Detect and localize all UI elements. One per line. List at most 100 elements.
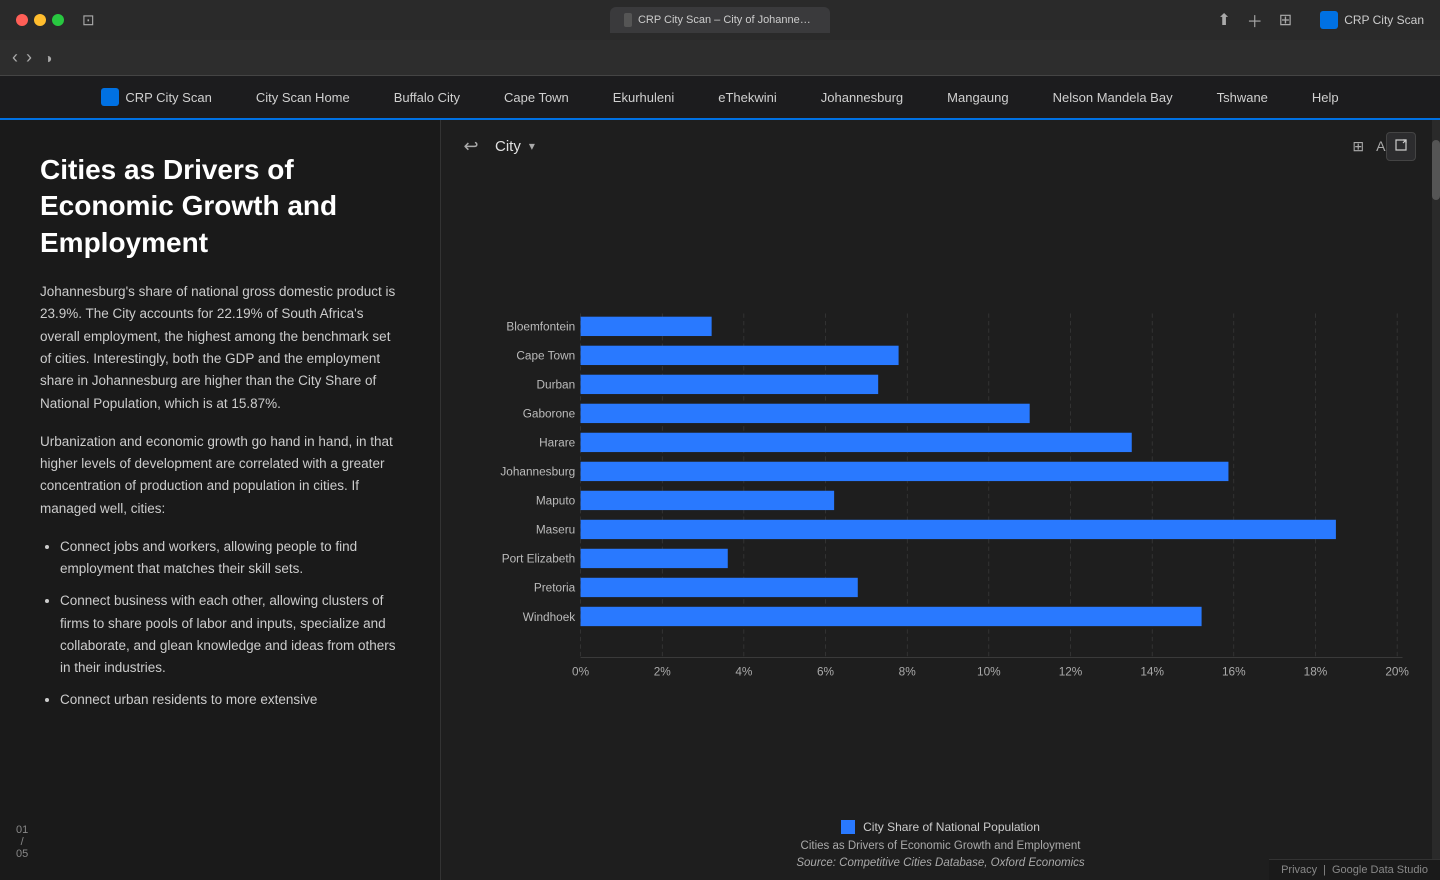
bar-cape-town	[581, 346, 899, 365]
city-dropdown[interactable]: City ▾	[495, 138, 535, 155]
right-panel: ↩ City ▾ ⊞ AZ ⋮	[441, 120, 1440, 880]
bullet-list: Connect jobs and workers, allowing peopl…	[40, 536, 400, 712]
menu-nelson-mandela-bay[interactable]: Nelson Mandela Bay	[1047, 86, 1179, 109]
display-icon[interactable]: ◑	[44, 50, 52, 66]
page-total: 05	[16, 848, 28, 860]
caption-line-1: Cities as Drivers of Economic Growth and…	[457, 838, 1424, 855]
svg-text:Cape Town: Cape Town	[516, 349, 575, 363]
menu-mangaung[interactable]: Mangaung	[941, 86, 1014, 109]
legend-label: City Share of National Population	[863, 820, 1040, 834]
svg-text:18%: 18%	[1304, 665, 1328, 679]
legend-color-swatch	[841, 820, 855, 834]
menu-tshwane[interactable]: Tshwane	[1211, 86, 1274, 109]
svg-text:4%: 4%	[735, 665, 753, 679]
svg-text:Windhoek: Windhoek	[523, 610, 576, 624]
title-bar-right-icons: ⬆ ＋ ⊞ CRP City Scan	[1217, 8, 1424, 32]
svg-text:Durban: Durban	[536, 378, 575, 392]
svg-text:14%: 14%	[1140, 665, 1164, 679]
main-content: Cities as Drivers of Economic Growth and…	[0, 120, 1440, 880]
bar-port-elizabeth	[581, 549, 728, 568]
menu-ethekwini[interactable]: eThekwini	[712, 86, 783, 109]
paragraph-2: Urbanization and economic growth go hand…	[40, 431, 400, 520]
svg-text:2%: 2%	[654, 665, 672, 679]
bar-maseru	[581, 520, 1336, 539]
svg-text:Gaborone: Gaborone	[523, 407, 576, 421]
menu-cape-town[interactable]: Cape Town	[498, 86, 575, 109]
split-view-icon[interactable]: ⊞	[1279, 10, 1292, 30]
bar-gaborone	[581, 404, 1030, 423]
maximize-button[interactable]	[52, 14, 64, 26]
svg-text:10%: 10%	[977, 665, 1001, 679]
chevron-down-icon: ▾	[529, 139, 535, 153]
sidebar-toggle-icon[interactable]: ⊡	[82, 11, 95, 29]
right-scrollbar[interactable]	[1432, 120, 1440, 880]
chart-svg-wrapper: .axis-label { font-size: 11px; fill: #aa…	[457, 168, 1424, 814]
svg-text:6%: 6%	[817, 665, 835, 679]
bullet-item-3: Connect urban residents to more extensiv…	[60, 689, 400, 711]
svg-text:Maputo: Maputo	[536, 494, 576, 508]
chart-toolbar: ↩ City ▾ ⊞ AZ ⋮	[457, 132, 1424, 160]
chart-options-icon[interactable]: ⊞	[1352, 138, 1364, 155]
chart-toolbar-left: ↩ City ▾	[457, 132, 535, 160]
share-icon[interactable]: ⬆	[1217, 10, 1230, 30]
menu-help[interactable]: Help	[1306, 86, 1345, 109]
bar-johannesburg	[581, 462, 1229, 481]
crp-title-label: CRP City Scan	[1344, 13, 1424, 27]
svg-text:16%: 16%	[1222, 665, 1246, 679]
browser-back-icon[interactable]: ‹	[12, 47, 18, 68]
browser-nav-bar: ‹ › ◑	[0, 40, 1440, 76]
page-separator: /	[21, 836, 24, 848]
window-controls: ⊡	[16, 11, 95, 29]
svg-text:Maseru: Maseru	[536, 523, 575, 537]
left-panel: Cities as Drivers of Economic Growth and…	[0, 120, 440, 880]
new-tab-icon[interactable]: ＋	[1247, 8, 1263, 32]
svg-text:20%: 20%	[1385, 665, 1409, 679]
tab-title: CRP City Scan – City of Johannesburg Met…	[638, 14, 816, 26]
browser-tab[interactable]: CRP City Scan – City of Johannesburg Met…	[610, 7, 830, 33]
bullet-item-2: Connect business with each other, allowi…	[60, 590, 400, 679]
paragraph-1: Johannesburg's share of national gross d…	[40, 281, 400, 415]
bar-durban	[581, 375, 879, 394]
svg-text:Bloemfontein: Bloemfontein	[506, 320, 575, 334]
bottom-bar: Privacy | Google Data Studio	[1269, 859, 1440, 880]
tab-favicon	[624, 13, 632, 27]
svg-text:Harare: Harare	[539, 436, 575, 450]
page-indicator: 01 / 05	[16, 824, 28, 860]
bar-maputo	[581, 491, 835, 510]
menu-johannesburg[interactable]: Johannesburg	[815, 86, 909, 109]
menu-crp-label: CRP City Scan	[125, 90, 211, 105]
chart-back-button[interactable]: ↩	[457, 132, 485, 160]
chart-container: .axis-label { font-size: 11px; fill: #aa…	[457, 168, 1424, 872]
svg-text:12%: 12%	[1059, 665, 1083, 679]
bar-chart-svg: .axis-label { font-size: 11px; fill: #aa…	[457, 168, 1424, 814]
city-dropdown-label: City	[495, 138, 521, 155]
menu-ekurhuleni[interactable]: Ekurhuleni	[607, 86, 680, 109]
bar-harare	[581, 433, 1132, 452]
svg-text:0%: 0%	[572, 665, 590, 679]
bullet-item-1: Connect jobs and workers, allowing peopl…	[60, 536, 400, 581]
scrollbar-thumb[interactable]	[1432, 140, 1440, 200]
bar-windhoek	[581, 607, 1202, 626]
close-button[interactable]	[16, 14, 28, 26]
minimize-button[interactable]	[34, 14, 46, 26]
section-heading: Cities as Drivers of Economic Growth and…	[40, 152, 400, 261]
bar-pretoria	[581, 578, 858, 597]
bar-bloemfontein	[581, 317, 712, 336]
svg-text:8%: 8%	[899, 665, 917, 679]
chart-legend: City Share of National Population	[457, 820, 1424, 834]
export-button[interactable]	[1386, 132, 1416, 161]
svg-text:Port Elizabeth: Port Elizabeth	[502, 552, 575, 566]
page-current: 01	[16, 824, 28, 836]
svg-text:Johannesburg: Johannesburg	[500, 465, 575, 479]
powered-by-label: Google Data Studio	[1332, 864, 1428, 876]
menu-city-scan-home[interactable]: City Scan Home	[250, 86, 356, 109]
bottom-bar-separator: |	[1323, 864, 1326, 876]
menu-crp-logo[interactable]: CRP City Scan	[95, 84, 217, 110]
crp-logo-icon	[1320, 11, 1338, 29]
title-bar: ⊡ CRP City Scan – City of Johannesburg M…	[0, 0, 1440, 40]
privacy-link[interactable]: Privacy	[1281, 864, 1317, 876]
browser-forward-icon[interactable]: ›	[26, 47, 32, 68]
top-menu-bar: CRP City Scan City Scan Home Buffalo Cit…	[0, 76, 1440, 120]
menu-buffalo-city[interactable]: Buffalo City	[388, 86, 466, 109]
menu-logo-icon	[101, 88, 119, 106]
